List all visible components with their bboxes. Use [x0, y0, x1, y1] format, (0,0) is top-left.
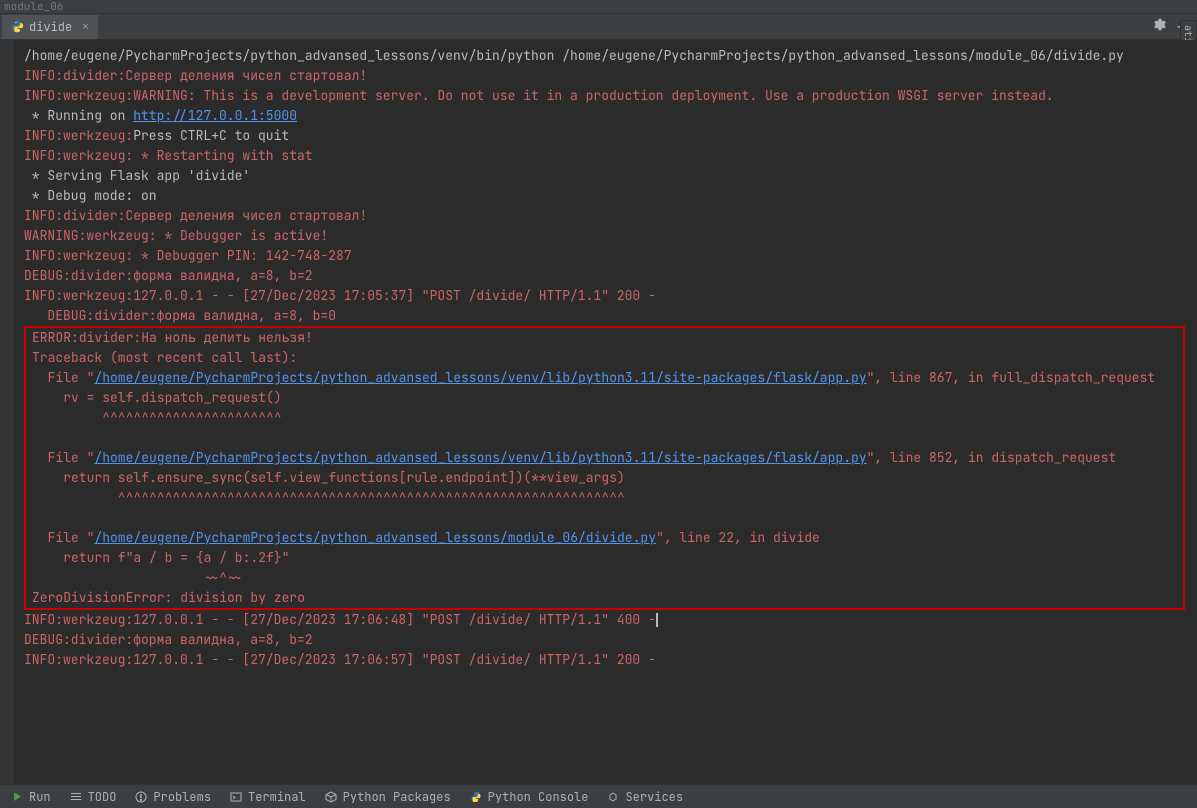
terminal-tool-button[interactable]: Terminal — [229, 789, 306, 805]
exception-line: ZeroDivisionError: division by zero — [32, 588, 1183, 608]
blank — [32, 428, 1183, 448]
tab-label: divide — [29, 19, 72, 35]
file-link[interactable]: /home/eugene/PycharmProjects/python_adva… — [94, 529, 656, 546]
gear-icon[interactable] — [1152, 17, 1167, 36]
log-line: DEBUG:divider:форма валидна, a=8, b=2 — [24, 266, 1191, 286]
log-line: INFO:werkzeug: * Restarting with stat — [24, 146, 1191, 166]
python-file-icon — [10, 20, 24, 34]
log-line: * Debug mode: on — [24, 186, 1191, 206]
log-line: INFO:werkzeug:127.0.0.1 - - [27/Dec/2023… — [24, 610, 1191, 630]
log-line: INFO:werkzeug: * Debugger PIN: 142-748-2… — [24, 246, 1191, 266]
python-console-icon — [469, 790, 483, 804]
traceback-code: return f"a / b = {a / b:.2f}" — [32, 548, 1183, 568]
cursor — [656, 613, 658, 627]
traceback-tilde: ~~^~~ — [32, 568, 1183, 588]
command-line: /home/eugene/PycharmProjects/python_adva… — [24, 46, 1191, 66]
blank — [32, 508, 1183, 528]
traceback-code: rv = self.dispatch_request() — [32, 388, 1183, 408]
traceback-file: File "/home/eugene/PycharmProjects/pytho… — [32, 368, 1183, 388]
services-tool-button[interactable]: Services — [606, 789, 683, 805]
log-line: WARNING:werkzeug: * Debugger is active! — [24, 226, 1191, 246]
log-line: * Running on http://127.0.0.1:5000 — [24, 106, 1191, 126]
services-icon — [606, 790, 620, 804]
log-line: DEBUG:divider:форма валидна, a=8, b=0 — [24, 306, 1191, 326]
log-line: INFO:divider:Сервер деления чисел старто… — [24, 66, 1191, 86]
python-packages-tool-button[interactable]: Python Packages — [324, 789, 451, 805]
run-icon — [10, 790, 24, 804]
run-console-output[interactable]: /home/eugene/PycharmProjects/python_adva… — [0, 40, 1197, 784]
gutter — [0, 40, 14, 784]
run-tool-button[interactable]: Run — [10, 789, 51, 805]
traceback-header: Traceback (most recent call last): — [32, 348, 1183, 368]
traceback-file: File "/home/eugene/PycharmProjects/pytho… — [32, 528, 1183, 548]
log-line: INFO:werkzeug:127.0.0.1 - - [27/Dec/2023… — [24, 650, 1191, 670]
log-line: DEBUG:divider:форма валидна, a=8, b=2 — [24, 630, 1191, 650]
traceback-carets: ^^^^^^^^^^^^^^^^^^^^^^^^^^^^^^^^^^^^^^^^… — [32, 488, 1183, 508]
todo-tool-button[interactable]: TODO — [69, 789, 117, 805]
log-line: INFO:werkzeug:WARNING: This is a develop… — [24, 86, 1191, 106]
server-url-link[interactable]: http://127.0.0.1:5000 — [133, 107, 297, 124]
problems-icon — [134, 790, 148, 804]
error-line: ERROR:divider:На ноль делить нельзя! — [32, 328, 1183, 348]
log-line: * Serving Flask app 'divide' — [24, 166, 1191, 186]
log-line: INFO:werkzeug:Press CTRL+C to quit — [24, 126, 1191, 146]
todo-icon — [69, 790, 83, 804]
python-console-tool-button[interactable]: Python Console — [469, 789, 589, 805]
file-link[interactable]: /home/eugene/PycharmProjects/python_adva… — [94, 449, 866, 466]
traceback-carets: ^^^^^^^^^^^^^^^^^^^^^^^ — [32, 408, 1183, 428]
problems-tool-button[interactable]: Problems — [134, 789, 211, 805]
module-name: module_06 — [4, 0, 63, 14]
terminal-icon — [229, 790, 243, 804]
run-tab-bar: divide × — — [0, 14, 1197, 40]
log-line: INFO:divider:Сервер деления чисел старто… — [24, 206, 1191, 226]
log-line: INFO:werkzeug:127.0.0.1 - - [27/Dec/2023… — [24, 286, 1191, 306]
packages-icon — [324, 790, 338, 804]
traceback-file: File "/home/eugene/PycharmProjects/pytho… — [32, 448, 1183, 468]
close-icon[interactable]: × — [81, 18, 89, 36]
traceback-code: return self.ensure_sync(self.view_functi… — [32, 468, 1183, 488]
editor-tab-bar: module_06 — [0, 0, 1197, 14]
file-link[interactable]: /home/eugene/PycharmProjects/python_adva… — [94, 369, 866, 386]
run-tab-divide[interactable]: divide × — [2, 15, 98, 39]
error-traceback-box: ERROR:divider:На ноль делить нельзя! Tra… — [24, 326, 1185, 610]
tool-window-bar: Run TODO Problems Terminal Python Packag… — [0, 784, 1197, 808]
